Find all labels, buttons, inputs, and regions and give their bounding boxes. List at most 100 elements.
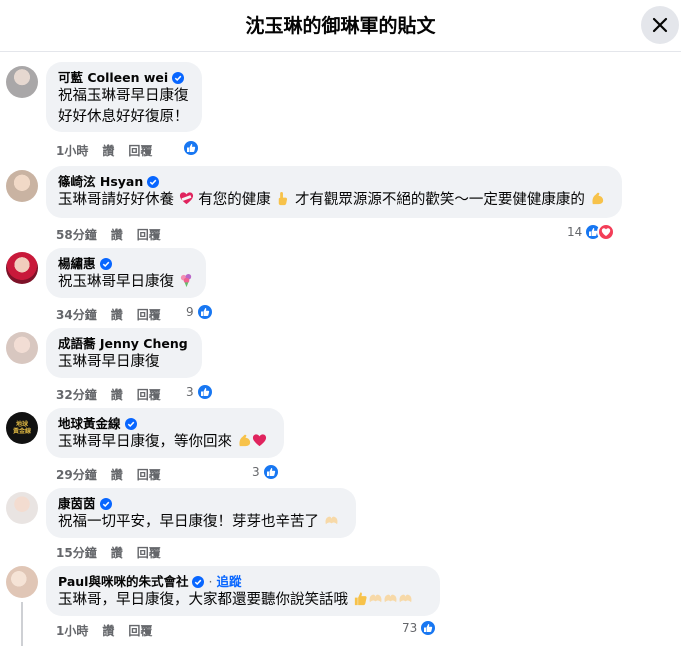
love-icon: [597, 223, 616, 241]
dialog-header: 沈玉琳的御琳軍的貼文: [0, 0, 681, 52]
verified-badge-icon: [172, 71, 185, 84]
reaction-count-number: 3: [186, 385, 194, 399]
avatar-logo-text: 地球: [15, 421, 28, 428]
comment-actions: 32分鐘 讚 回覆: [56, 386, 175, 403]
heart-hands-emoji-icon: [399, 594, 412, 603]
comment-text-segment: 才有觀眾源源不絕的歡笑～一定要健健康康的: [294, 192, 585, 208]
reply-link[interactable]: 回覆: [137, 386, 161, 403]
comment-time[interactable]: 1小時: [56, 622, 88, 639]
verified-badge-icon: [124, 417, 137, 430]
comment-text: 祝玉琳哥早日康復: [58, 272, 194, 293]
reaction-count[interactable]: 3: [186, 383, 214, 401]
comment-text: 玉琳哥早日康復，等你回來: [58, 432, 272, 453]
comment-actions: 58分鐘 讚 回覆: [56, 226, 175, 243]
reply-link[interactable]: 回覆: [137, 226, 161, 243]
comment-bubble: 成語蕎 Jenny Cheng 玉琳哥早日康復: [46, 328, 202, 378]
like-icon: [195, 383, 214, 401]
comment-time[interactable]: 34分鐘: [56, 306, 97, 323]
reaction-count[interactable]: 73: [402, 619, 438, 637]
reply-link[interactable]: 回覆: [128, 142, 152, 159]
like-link[interactable]: 讚: [102, 142, 114, 159]
reaction-count[interactable]: 9: [186, 303, 214, 321]
heart-hands-emoji-icon: [384, 594, 397, 603]
comment-time[interactable]: 1小時: [56, 142, 88, 159]
comment-bubble: 地球黃金線 玉琳哥早日康復，等你回來: [46, 408, 284, 458]
commenter-name[interactable]: 可藍 Colleen wei: [58, 69, 168, 86]
comment-actions: 29分鐘 讚 回覆: [56, 466, 175, 483]
avatar[interactable]: [6, 66, 38, 98]
comment-text: 祝福一切平安，早日康復！芽芽也辛苦了: [58, 512, 344, 533]
like-link[interactable]: 讚: [111, 544, 123, 561]
comment-actions: 15分鐘 讚 回覆: [56, 544, 175, 561]
comment-text-segment: 祝玉琳哥早日康復: [58, 274, 174, 290]
commenter-name[interactable]: 成語蕎 Jenny Cheng: [58, 335, 188, 352]
reply-link[interactable]: 回覆: [137, 306, 161, 323]
commenter-name[interactable]: 篠崎泫 Hsyan: [58, 173, 143, 190]
comment-time[interactable]: 15分鐘: [56, 544, 97, 561]
avatar[interactable]: [6, 332, 38, 364]
heart-bandage-emoji-icon: [179, 192, 193, 205]
close-icon: [652, 17, 668, 33]
comment-time[interactable]: 29分鐘: [56, 466, 97, 483]
verified-badge-icon: [99, 497, 112, 510]
reply-link[interactable]: 回覆: [128, 622, 152, 639]
reaction-count-number: 14: [567, 225, 583, 239]
like-link[interactable]: 讚: [111, 386, 123, 403]
comment-time[interactable]: 58分鐘: [56, 226, 97, 243]
verified-badge-icon: [99, 257, 112, 270]
commenter-name[interactable]: 地球黃金線: [58, 415, 121, 432]
follow-separator: ·: [208, 574, 213, 589]
comment-actions: 34分鐘 讚 回覆: [56, 306, 175, 323]
red-heart-emoji-icon: [252, 434, 266, 447]
commenter-name[interactable]: Paul與咪咪的朱式會社: [58, 573, 188, 590]
reaction-count[interactable]: 14: [567, 223, 616, 241]
like-link[interactable]: 讚: [111, 466, 123, 483]
avatar[interactable]: [6, 252, 38, 284]
like-link[interactable]: 讚: [111, 306, 123, 323]
comment-text-line: 好好休息好好復原！: [58, 109, 189, 125]
comment-bubble: 篠崎泫 Hsyan 玉琳哥請好好休養 有您的健康 才有觀眾源源不絕的歡笑～一定要…: [46, 166, 622, 218]
reaction-count-number: 73: [402, 621, 418, 635]
verified-badge-icon: [192, 575, 205, 588]
comment-text-line: 祝福玉琳哥早日康復: [58, 88, 189, 104]
comment-actions: 1小時 讚 回覆: [56, 622, 166, 639]
heart-hands-emoji-icon: [325, 516, 338, 525]
reaction-count[interactable]: [182, 139, 200, 157]
thumbs-up-emoji-icon: [354, 592, 367, 606]
comment-bubble: Paul與咪咪的朱式會社 · 追蹤 玉琳哥，早日康復，大家都還要聽你說笑話哦: [46, 566, 440, 616]
reaction-count-number: 9: [186, 305, 194, 319]
reaction-count[interactable]: 3: [252, 463, 280, 481]
commenter-name[interactable]: 楊繡惠: [58, 255, 96, 272]
like-icon: [419, 619, 438, 637]
comment-text-segment: 祝福一切平安，早日康復！芽芽也辛苦了: [58, 514, 319, 530]
verified-badge-icon: [147, 175, 160, 188]
comment-text-segment: 玉琳哥請好好休養: [58, 192, 174, 208]
reaction-count-number: 3: [252, 465, 260, 479]
heart-hands-emoji-icon: [369, 594, 382, 603]
comment-bubble: 可藍 Colleen wei 祝福玉琳哥早日康復 好好休息好好復原！: [46, 62, 202, 132]
dialog-title: 沈玉琳的御琳軍的貼文: [245, 15, 436, 37]
avatar[interactable]: [6, 170, 38, 202]
comment-bubble: 康茵茵 祝福一切平安，早日康復！芽芽也辛苦了: [46, 488, 356, 538]
comment-text-line: 玉琳哥早日康復: [58, 354, 160, 370]
commenter-name[interactable]: 康茵茵: [58, 495, 96, 512]
reply-link[interactable]: 回覆: [137, 466, 161, 483]
comment-time[interactable]: 32分鐘: [56, 386, 97, 403]
avatar[interactable]: [6, 492, 38, 524]
follow-link[interactable]: 追蹤: [216, 573, 241, 590]
comment-text-segment: 玉琳哥早日康復，等你回來: [58, 434, 232, 450]
flexed-biceps-emoji-icon: [592, 192, 603, 205]
like-link[interactable]: 讚: [111, 226, 123, 243]
pointing-up-emoji-icon: [279, 191, 288, 206]
avatar-logo-text: 黃金線: [12, 428, 31, 435]
like-icon: [195, 303, 214, 321]
bouquet-emoji-icon: [180, 273, 191, 288]
like-link[interactable]: 讚: [102, 622, 114, 639]
reply-link[interactable]: 回覆: [137, 544, 161, 561]
comment-text-segment: 玉琳哥，早日康復，大家都還要聽你說笑話哦: [58, 592, 348, 608]
close-button[interactable]: [641, 6, 679, 44]
avatar[interactable]: 地球 黃金線: [6, 412, 38, 444]
avatar[interactable]: [6, 566, 38, 598]
comment-text: 玉琳哥請好好休養 有您的健康 才有觀眾源源不絕的歡笑～一定要健健康康的: [58, 190, 610, 211]
comment-actions: 1小時 讚 回覆: [56, 142, 166, 159]
